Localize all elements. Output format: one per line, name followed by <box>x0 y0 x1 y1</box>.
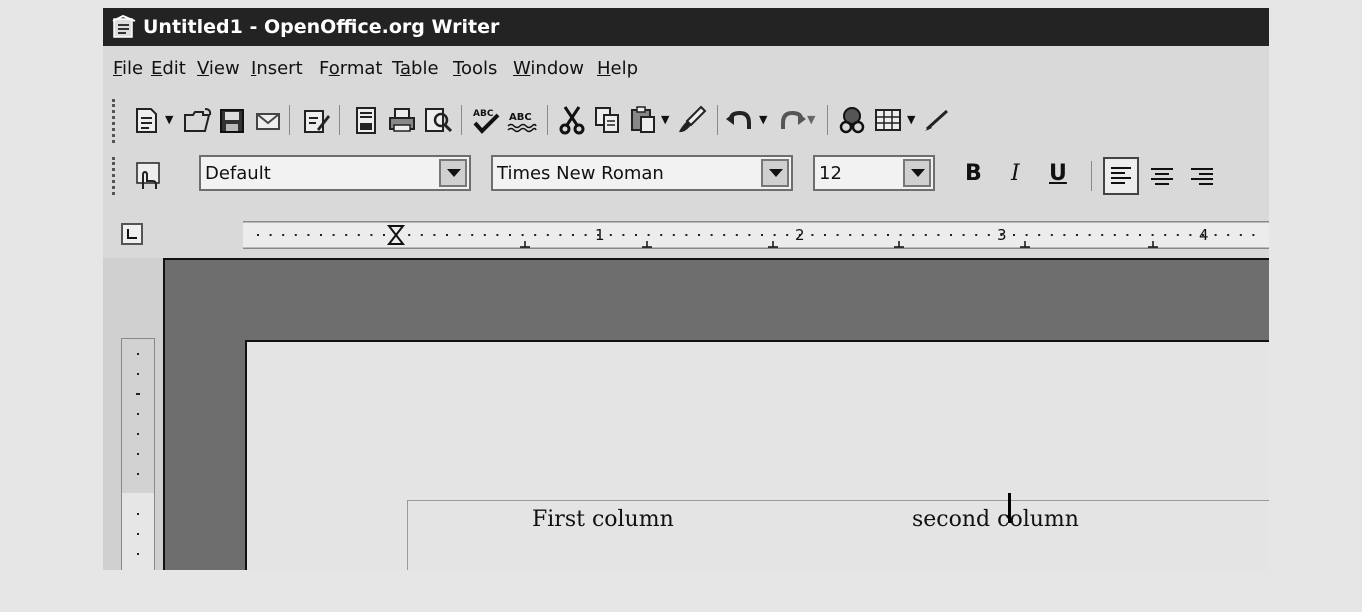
toolbar-separator <box>827 105 828 135</box>
show-draw-functions-icon[interactable] <box>921 103 955 137</box>
menu-insert[interactable]: Insert <box>251 58 303 80</box>
ruler-number-1: 1 <box>595 226 605 244</box>
title-bar: Untitled1 - OpenOffice.org Writer <box>103 8 1269 46</box>
menu-bar: File Edit View Insert Format Table Tools… <box>103 46 1269 91</box>
page-preview-icon[interactable] <box>421 103 455 137</box>
menu-tools[interactable]: Tools <box>453 58 497 80</box>
toolbar-separator <box>461 105 462 135</box>
font-size-value: 12 <box>819 163 842 184</box>
paste-icon[interactable] <box>627 103 661 137</box>
menu-format[interactable]: Format <box>319 58 382 80</box>
table-icon[interactable] <box>871 103 905 137</box>
ruler-row: 1 2 3 4 <box>103 203 1269 258</box>
align-right-icon[interactable] <box>1185 159 1219 193</box>
toolbar-separator <box>547 105 548 135</box>
new-dropdown-arrow-icon[interactable]: ▼ <box>165 113 173 126</box>
chevron-down-icon[interactable] <box>761 159 789 187</box>
toolbar-separator <box>339 105 340 135</box>
paste-dropdown-arrow-icon[interactable]: ▼ <box>661 113 669 126</box>
copy-icon[interactable] <box>591 103 625 137</box>
window-title: Untitled1 - OpenOffice.org Writer <box>143 16 500 38</box>
save-icon[interactable] <box>215 103 249 137</box>
hyperlink-icon[interactable] <box>835 103 869 137</box>
table-dropdown-arrow-icon[interactable]: ▼ <box>907 113 915 126</box>
menu-help[interactable]: Help <box>597 58 638 80</box>
italic-button[interactable]: I <box>1011 161 1020 187</box>
toolbar-separator <box>289 105 290 135</box>
font-size-select[interactable]: 12 <box>813 155 935 191</box>
underline-button[interactable]: U <box>1049 161 1067 187</box>
chevron-down-icon[interactable] <box>439 159 467 187</box>
bold-button[interactable]: B <box>965 161 982 187</box>
font-name-select[interactable]: Times New Roman <box>491 155 793 191</box>
toolbar-separator <box>1091 161 1092 191</box>
export-pdf-icon[interactable] <box>349 103 383 137</box>
horizontal-ruler[interactable]: 1 2 3 4 <box>243 221 1269 249</box>
cut-icon[interactable] <box>555 103 589 137</box>
email-icon[interactable] <box>251 103 285 137</box>
ruler-number-4: 4 <box>1199 226 1209 244</box>
svg-text:ABC: ABC <box>509 112 532 123</box>
menu-window[interactable]: Window <box>513 58 584 80</box>
table-cell-second-column[interactable]: second column <box>912 507 1079 533</box>
print-icon[interactable] <box>385 103 419 137</box>
open-folder-icon[interactable] <box>181 103 215 137</box>
writer-app-icon <box>112 15 136 38</box>
toolbar-grip[interactable] <box>112 157 118 195</box>
ruler-number-3: 3 <box>997 226 1007 244</box>
font-name-value: Times New Roman <box>497 163 664 184</box>
ruler-number-2: 2 <box>795 226 805 244</box>
spellcheck-icon[interactable]: ABC <box>469 103 503 137</box>
text-cursor <box>1008 493 1011 523</box>
edit-file-icon[interactable] <box>299 103 333 137</box>
clone-formatting-icon[interactable] <box>675 103 709 137</box>
paragraph-style-value: Default <box>205 163 271 184</box>
menu-table[interactable]: Table <box>392 58 439 80</box>
undo-dropdown-arrow-icon[interactable]: ▼ <box>759 113 767 126</box>
standard-toolbar: ▼ ABC ABC ▼ ▼ ▼ ▼ <box>103 91 1269 151</box>
writer-window: Untitled1 - OpenOffice.org Writer File E… <box>103 8 1269 570</box>
redo-icon[interactable] <box>773 103 807 137</box>
new-document-icon[interactable] <box>129 103 163 137</box>
chevron-down-icon[interactable] <box>903 159 931 187</box>
svg-text:ABC: ABC <box>473 109 494 119</box>
formatting-toolbar: Default Times New Roman 12 B I U <box>103 151 1269 203</box>
paragraph-style-select[interactable]: Default <box>199 155 471 191</box>
align-left-icon[interactable] <box>1103 157 1139 195</box>
menu-edit[interactable]: Edit <box>151 58 186 80</box>
styles-formatting-icon[interactable] <box>131 159 165 193</box>
document-page[interactable]: First column second column <box>245 340 1269 570</box>
document-workspace: First column second column <box>163 258 1269 570</box>
table-cell-first-column[interactable]: First column <box>532 507 674 533</box>
toolbar-grip[interactable] <box>112 99 118 143</box>
menu-view[interactable]: View <box>197 58 240 80</box>
align-center-icon[interactable] <box>1145 159 1179 193</box>
undo-icon[interactable] <box>725 103 759 137</box>
vertical-ruler[interactable] <box>121 338 155 570</box>
redo-dropdown-arrow-icon[interactable]: ▼ <box>807 113 815 126</box>
toolbar-separator <box>717 105 718 135</box>
auto-spellcheck-icon[interactable]: ABC <box>505 103 539 137</box>
vertical-ruler-column <box>103 258 163 570</box>
menu-file[interactable]: File <box>113 58 143 80</box>
tab-stop-selector[interactable] <box>121 223 143 245</box>
text-table[interactable]: First column second column <box>407 500 1269 570</box>
